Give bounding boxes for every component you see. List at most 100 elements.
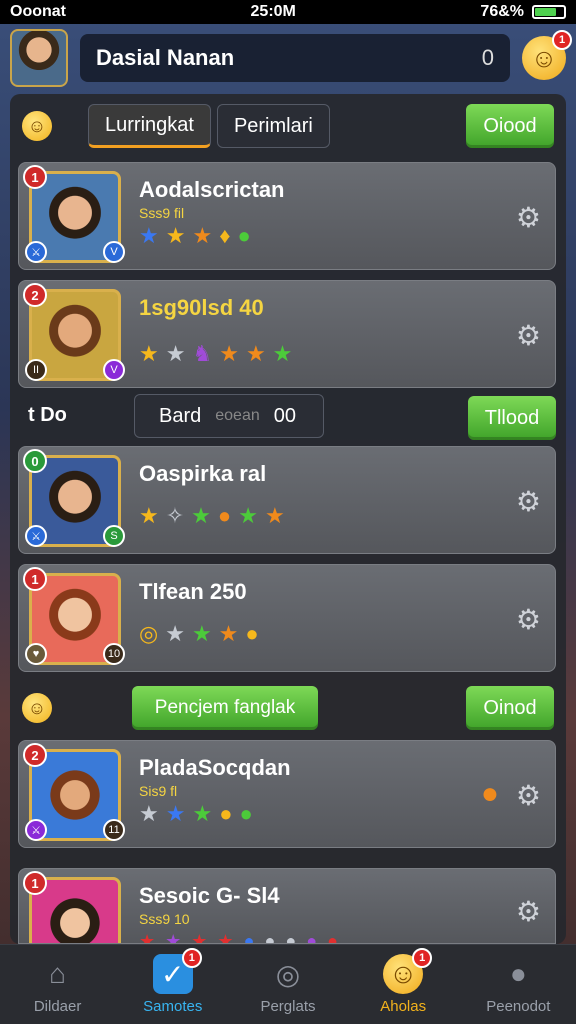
hero-name: Sesoic G- Sl4 [139,883,280,908]
class-icon: ⚔ [25,241,47,263]
star-icon: ★ [219,341,239,366]
gem-icon: ● [237,223,251,248]
player-count: 0 [481,45,494,70]
hero-card[interactable]: 1 Sesoic G- Sl4 Sss9 10 ★ ★ ★ ★ ● ● ● ● … [18,868,556,944]
reward-icon[interactable]: ● [481,777,499,811]
level-badge: 0 [23,449,47,473]
gear-icon[interactable]: ⚙ [516,201,541,234]
rank-icon: 11 [103,819,125,841]
mid-row-muted: eoean [215,407,260,424]
gem-icon: ● [243,931,255,944]
hero-card[interactable]: 0 ⚔ S Oaspirka ral ★ ✧ ★ ● ★ ★ ⚙ [18,446,556,554]
star-icon: ★ [139,801,159,826]
star-icon: ★ [139,503,159,528]
nav-badge: 1 [181,948,202,968]
star-icon: ★ [139,223,159,248]
smile-icon[interactable]: ☺ [22,693,52,723]
notification-badge: 1 [552,30,572,50]
sparkle-icon: ✧ [165,503,185,528]
star-icon: ★ [218,621,239,646]
mid-row-label: Bard [159,404,202,427]
hero-badges: ★ ✧ ★ ● ★ ★ [139,503,285,529]
circle-icon: ◎ [275,958,301,990]
hero-stats: Sss9 fil [139,205,185,221]
mid-row-field[interactable]: Bard eoean 00 [134,394,324,438]
hero-stats: Sss9 10 [139,911,190,927]
emote-button[interactable]: ☺ 1 [522,30,572,80]
gem-icon: ♦ [219,223,231,248]
star-icon: ★ [217,931,234,944]
nav-item-aholas[interactable]: ☺ 1 Aholas [348,948,458,1015]
star-icon: ★ [264,503,285,528]
star-icon: ★ [139,931,156,944]
nav-label: Peenodot [486,998,551,1015]
nav-label: Dildaer [33,998,82,1015]
level-badge: 2 [23,743,47,767]
tab-perimlari[interactable]: Perimlari [216,104,330,148]
mid-action-button[interactable]: Tllood [468,396,556,440]
mask-icon: ♞ [192,341,213,366]
rank-icon: 10 [103,643,125,665]
gear-icon[interactable]: ⚙ [516,779,541,812]
star-icon: ★ [191,931,208,944]
hero-badges: ★ ★ ★ ♦ ● [139,223,251,249]
star-icon: ★ [165,621,185,646]
hero-card[interactable]: 2 ⚔ 11 PladaSocqdan Sis9 fl ★ ★ ★ ● ● ● … [18,740,556,848]
hero-badges: ◎ ★ ★ ★ ● [139,621,259,647]
hero-badges: ★ ★ ★ ● ● [139,801,253,827]
top-action-button[interactable]: Oiood [466,104,554,148]
smile-icon[interactable]: ☺ [22,111,52,141]
hero-name: 1sg90lsd 40 [139,295,264,320]
gear-icon[interactable]: ⚙ [516,485,541,518]
hero-name: Tlfean 250 [139,579,247,604]
gem-icon: ● [327,931,338,944]
center-action-button[interactable]: Pencjem fanglak [132,686,318,730]
class-icon: ⚔ [25,819,47,841]
rank-icon: S [103,525,125,547]
smile-icon: ☺ [530,42,558,73]
hero-card[interactable]: 1 ♥ 10 Tlfean 250 ◎ ★ ★ ★ ● ⚙ [18,564,556,672]
coin-icon: ● [217,503,232,528]
star-icon: ★ [192,223,213,248]
mid-row-value: 00 [273,404,296,427]
level-badge: 2 [23,283,47,307]
gear-icon[interactable]: ⚙ [516,319,541,352]
nav-item-home[interactable]: ⌂ Dildaer [3,954,113,1015]
clock: 25:0M [250,3,296,20]
gear-icon[interactable]: ⚙ [516,603,541,636]
star-icon: ★ [191,621,212,646]
hero-card[interactable]: 1 ⚔ V Aodalscrictan Sss9 fil ★ ★ ★ ♦ ● ⚙ [18,162,556,270]
nav-label: Aholas [380,998,427,1015]
star-icon: ★ [165,341,186,366]
star-icon: ★ [272,341,293,366]
class-icon: ♥ [25,643,47,665]
mid-row-left-label: t Do [28,404,67,426]
hero-name: Oaspirka ral [139,461,267,486]
right-action-button[interactable]: Oinod [466,686,554,730]
star-icon: ★ [165,801,186,826]
nav-item-samotes[interactable]: ✓ 1 Samotes [118,948,228,1015]
coin-icon: ● [245,621,259,646]
gear-icon[interactable]: ⚙ [516,895,541,928]
action-row: ☺ Pencjem fanglak Oinod [22,684,554,732]
nav-item-perglats[interactable]: ◎ Perglats [233,954,343,1016]
hero-card[interactable]: 2 II V 1sg90lsd 40 ★ ★ ♞ ★ ★ ★ ⚙ [18,280,556,388]
star-icon: ★ [238,503,258,528]
level-badge: 1 [23,567,47,591]
profile-header: Dasial Nanan 0 ☺ 1 [10,28,572,88]
player-avatar[interactable] [10,29,68,87]
hero-name: PladaSocqdan [139,755,291,780]
nav-label: Perglats [260,998,316,1015]
gem-icon: ● [264,931,276,944]
player-name-box[interactable]: Dasial Nanan 0 [80,34,510,82]
star-icon: ★ [192,801,213,826]
gem-icon: ● [306,931,318,944]
carrier-label: Ooonat [10,3,66,20]
nav-item-peenodot[interactable]: ● Peenodot [463,954,573,1015]
hero-badges: ★ ★ ♞ ★ ★ ★ [139,341,292,367]
rank-icon: V [103,241,125,263]
home-icon: ⌂ [49,958,67,989]
tab-row: ☺ Lurringkat Perimlari Oiood [22,102,554,150]
tab-lurringkat[interactable]: Lurringkat [88,104,211,148]
class-icon: ⚔ [25,525,47,547]
